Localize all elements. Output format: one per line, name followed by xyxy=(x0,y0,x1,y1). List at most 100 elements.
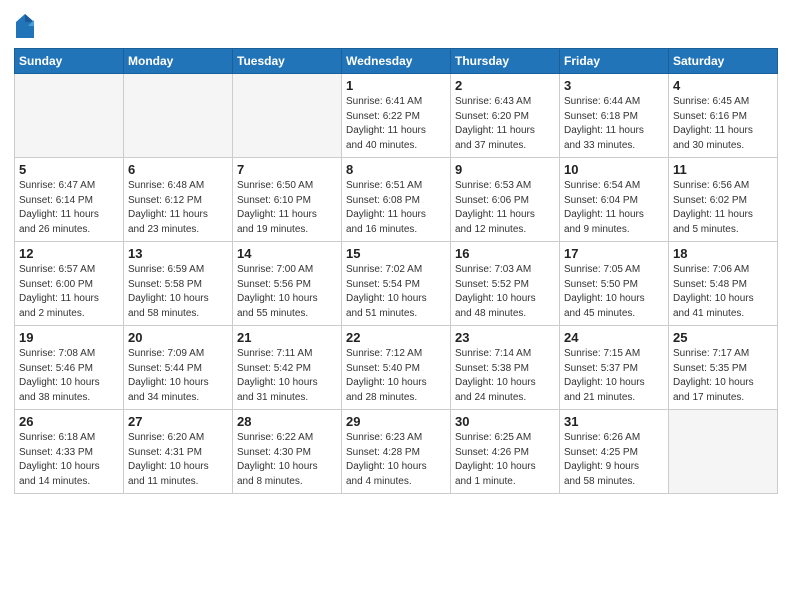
day-number: 21 xyxy=(237,330,337,345)
day-info: Sunrise: 6:50 AMSunset: 6:10 PMDaylight:… xyxy=(237,179,337,237)
calendar-cell: 9 Sunrise: 6:53 AMSunset: 6:06 PMDaylight… xyxy=(451,158,560,242)
day-info: Sunrise: 7:06 AMSunset: 5:48 PMDaylight:… xyxy=(673,263,773,321)
calendar-cell: 15 Sunrise: 7:02 AMSunset: 5:54 PMDayligh… xyxy=(342,242,451,326)
weekday-header: Friday xyxy=(560,49,669,74)
calendar-cell: 14 Sunrise: 7:00 AMSunset: 5:56 PMDayligh… xyxy=(233,242,342,326)
day-info: Sunrise: 7:08 AMSunset: 5:46 PMDaylight:… xyxy=(19,347,119,405)
day-info: Sunrise: 6:43 AMSunset: 6:20 PMDaylight:… xyxy=(455,95,555,153)
calendar-cell: 26Sunrise: 6:18 AMSunset: 4:33 PMDayligh… xyxy=(15,410,124,494)
calendar-cell: 11 Sunrise: 6:56 AMSunset: 6:02 PMDayligh… xyxy=(669,158,778,242)
calendar-cell xyxy=(233,74,342,158)
calendar-cell: 20 Sunrise: 7:09 AMSunset: 5:44 PMDayligh… xyxy=(124,326,233,410)
calendar-cell: 31 Sunrise: 6:26 AMSunset: 4:25 PMDayligh… xyxy=(560,410,669,494)
day-number: 8 xyxy=(346,162,446,177)
day-number: 1 xyxy=(346,78,446,93)
calendar-cell: 29 Sunrise: 6:23 AMSunset: 4:28 PMDayligh… xyxy=(342,410,451,494)
calendar-cell: 23Sunrise: 7:14 AMSunset: 5:38 PMDayligh… xyxy=(451,326,560,410)
day-info: Sunrise: 7:12 AMSunset: 5:40 PMDaylight:… xyxy=(346,347,446,405)
day-number: 9 xyxy=(455,162,555,177)
day-number: 11 xyxy=(673,162,773,177)
calendar-cell: 22 Sunrise: 7:12 AMSunset: 5:40 PMDayligh… xyxy=(342,326,451,410)
day-number: 16 xyxy=(455,246,555,261)
day-info: Sunrise: 6:51 AMSunset: 6:08 PMDaylight:… xyxy=(346,179,446,237)
day-number: 14 xyxy=(237,246,337,261)
day-number: 23 xyxy=(455,330,555,345)
day-number: 28 xyxy=(237,414,337,429)
day-info: Sunrise: 6:41 AMSunset: 6:22 PMDaylight:… xyxy=(346,95,446,153)
calendar-cell: 5 Sunrise: 6:47 AMSunset: 6:14 PMDaylight… xyxy=(15,158,124,242)
weekday-header: Tuesday xyxy=(233,49,342,74)
calendar-cell: 2 Sunrise: 6:43 AMSunset: 6:20 PMDaylight… xyxy=(451,74,560,158)
day-info: Sunrise: 7:15 AMSunset: 5:37 PMDaylight:… xyxy=(564,347,664,405)
calendar-cell: 12Sunrise: 6:57 AMSunset: 6:00 PMDayligh… xyxy=(15,242,124,326)
day-info: Sunrise: 6:57 AMSunset: 6:00 PMDaylight:… xyxy=(19,263,119,321)
day-info: Sunrise: 6:45 AMSunset: 6:16 PMDaylight:… xyxy=(673,95,773,153)
day-number: 30 xyxy=(455,414,555,429)
day-number: 15 xyxy=(346,246,446,261)
weekday-header: Thursday xyxy=(451,49,560,74)
day-number: 4 xyxy=(673,78,773,93)
day-info: Sunrise: 6:53 AMSunset: 6:06 PMDaylight:… xyxy=(455,179,555,237)
day-info: Sunrise: 6:56 AMSunset: 6:02 PMDaylight:… xyxy=(673,179,773,237)
day-info: Sunrise: 6:26 AMSunset: 4:25 PMDaylight:… xyxy=(564,431,664,489)
calendar-cell: 25 Sunrise: 7:17 AMSunset: 5:35 PMDayligh… xyxy=(669,326,778,410)
logo-icon xyxy=(14,12,36,40)
day-number: 22 xyxy=(346,330,446,345)
day-info: Sunrise: 7:11 AMSunset: 5:42 PMDaylight:… xyxy=(237,347,337,405)
day-number: 24 xyxy=(564,330,664,345)
calendar-cell xyxy=(124,74,233,158)
calendar-cell: 6 Sunrise: 6:48 AMSunset: 6:12 PMDaylight… xyxy=(124,158,233,242)
day-info: Sunrise: 6:54 AMSunset: 6:04 PMDaylight:… xyxy=(564,179,664,237)
day-number: 13 xyxy=(128,246,228,261)
calendar-cell: 13 Sunrise: 6:59 AMSunset: 5:58 PMDayligh… xyxy=(124,242,233,326)
calendar-cell: 28 Sunrise: 6:22 AMSunset: 4:30 PMDayligh… xyxy=(233,410,342,494)
day-info: Sunrise: 6:18 AMSunset: 4:33 PMDaylight:… xyxy=(19,431,119,489)
day-number: 25 xyxy=(673,330,773,345)
calendar-cell: 27 Sunrise: 6:20 AMSunset: 4:31 PMDayligh… xyxy=(124,410,233,494)
day-info: Sunrise: 6:20 AMSunset: 4:31 PMDaylight:… xyxy=(128,431,228,489)
day-number: 6 xyxy=(128,162,228,177)
day-number: 2 xyxy=(455,78,555,93)
weekday-header: Wednesday xyxy=(342,49,451,74)
day-number: 20 xyxy=(128,330,228,345)
logo xyxy=(14,14,40,40)
calendar-cell: 16 Sunrise: 7:03 AMSunset: 5:52 PMDayligh… xyxy=(451,242,560,326)
calendar-cell: 10 Sunrise: 6:54 AMSunset: 6:04 PMDayligh… xyxy=(560,158,669,242)
day-info: Sunrise: 6:23 AMSunset: 4:28 PMDaylight:… xyxy=(346,431,446,489)
calendar-cell: 4 Sunrise: 6:45 AMSunset: 6:16 PMDaylight… xyxy=(669,74,778,158)
calendar-cell: 30Sunrise: 6:25 AMSunset: 4:26 PMDayligh… xyxy=(451,410,560,494)
day-info: Sunrise: 7:03 AMSunset: 5:52 PMDaylight:… xyxy=(455,263,555,321)
calendar-week-row: 5 Sunrise: 6:47 AMSunset: 6:14 PMDaylight… xyxy=(15,158,778,242)
calendar-week-row: 26Sunrise: 6:18 AMSunset: 4:33 PMDayligh… xyxy=(15,410,778,494)
day-info: Sunrise: 7:17 AMSunset: 5:35 PMDaylight:… xyxy=(673,347,773,405)
day-info: Sunrise: 7:00 AMSunset: 5:56 PMDaylight:… xyxy=(237,263,337,321)
day-info: Sunrise: 7:09 AMSunset: 5:44 PMDaylight:… xyxy=(128,347,228,405)
weekday-header-row: SundayMondayTuesdayWednesdayThursdayFrid… xyxy=(15,49,778,74)
calendar-cell: 19 Sunrise: 7:08 AMSunset: 5:46 PMDayligh… xyxy=(15,326,124,410)
day-info: Sunrise: 6:22 AMSunset: 4:30 PMDaylight:… xyxy=(237,431,337,489)
day-info: Sunrise: 7:05 AMSunset: 5:50 PMDaylight:… xyxy=(564,263,664,321)
day-number: 19 xyxy=(19,330,119,345)
day-info: Sunrise: 6:48 AMSunset: 6:12 PMDaylight:… xyxy=(128,179,228,237)
day-number: 27 xyxy=(128,414,228,429)
calendar-cell xyxy=(669,410,778,494)
calendar-week-row: 12Sunrise: 6:57 AMSunset: 6:00 PMDayligh… xyxy=(15,242,778,326)
calendar-cell: 3Sunrise: 6:44 AMSunset: 6:18 PMDaylight… xyxy=(560,74,669,158)
day-info: Sunrise: 6:44 AMSunset: 6:18 PMDaylight:… xyxy=(564,95,664,153)
weekday-header: Saturday xyxy=(669,49,778,74)
day-number: 5 xyxy=(19,162,119,177)
day-info: Sunrise: 6:59 AMSunset: 5:58 PMDaylight:… xyxy=(128,263,228,321)
page-header xyxy=(14,10,778,40)
day-info: Sunrise: 6:47 AMSunset: 6:14 PMDaylight:… xyxy=(19,179,119,237)
calendar-cell: 24 Sunrise: 7:15 AMSunset: 5:37 PMDayligh… xyxy=(560,326,669,410)
weekday-header: Monday xyxy=(124,49,233,74)
calendar-week-row: 1 Sunrise: 6:41 AMSunset: 6:22 PMDaylight… xyxy=(15,74,778,158)
calendar-cell: 17 Sunrise: 7:05 AMSunset: 5:50 PMDayligh… xyxy=(560,242,669,326)
day-number: 10 xyxy=(564,162,664,177)
day-number: 29 xyxy=(346,414,446,429)
calendar-cell: 8 Sunrise: 6:51 AMSunset: 6:08 PMDaylight… xyxy=(342,158,451,242)
day-info: Sunrise: 7:02 AMSunset: 5:54 PMDaylight:… xyxy=(346,263,446,321)
day-number: 17 xyxy=(564,246,664,261)
day-number: 31 xyxy=(564,414,664,429)
calendar-cell: 21 Sunrise: 7:11 AMSunset: 5:42 PMDayligh… xyxy=(233,326,342,410)
